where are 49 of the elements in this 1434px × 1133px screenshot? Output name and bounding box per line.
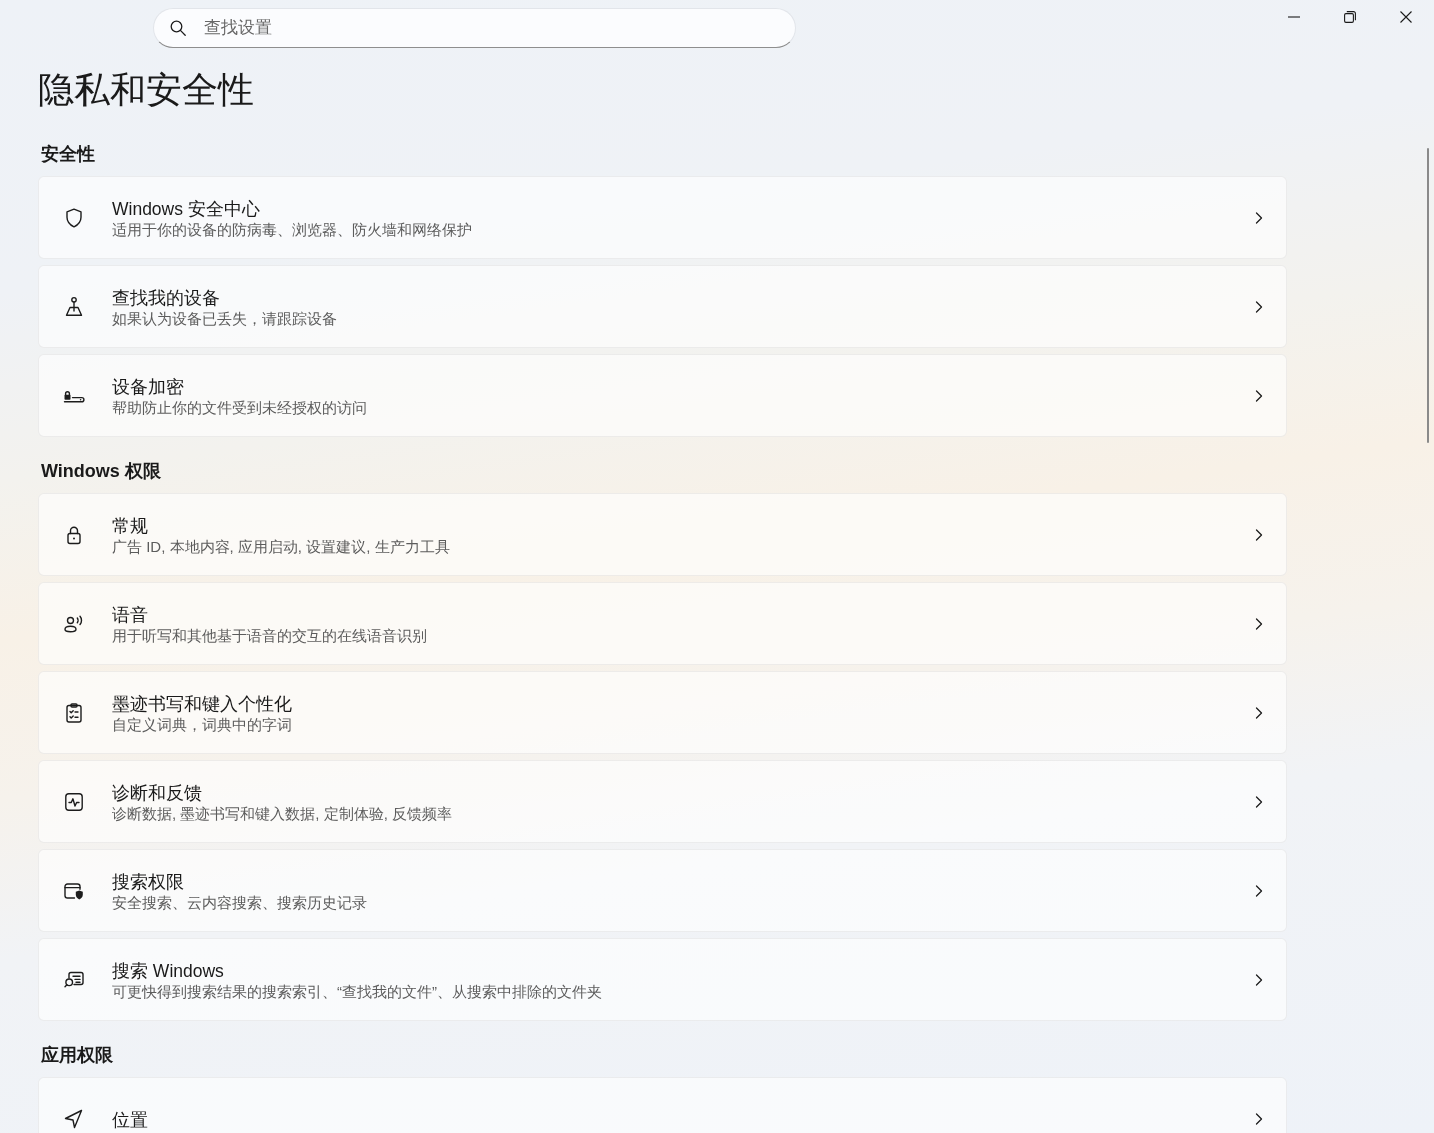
chevron-right-icon xyxy=(1254,971,1264,988)
settings-card[interactable]: 语音 用于听写和其他基于语音的交互的在线语音识别 xyxy=(38,582,1287,665)
card-title: 位置 xyxy=(112,1108,149,1131)
page-title: 隐私和安全性 xyxy=(38,68,255,112)
card-title: 语音 xyxy=(112,603,149,626)
settings-card[interactable]: 墨迹书写和键入个性化 自定义词典，词典中的字词 xyxy=(38,671,1287,754)
search-field[interactable]: 查找设置 xyxy=(153,8,796,48)
section-heading: Windows 权限 xyxy=(41,460,162,482)
settings-card[interactable]: Windows 安全中心 适用于你的设备的防病毒、浏览器、防火墙和网络保护 xyxy=(38,176,1287,259)
chevron-right-icon xyxy=(1254,209,1264,226)
chevron-right-icon xyxy=(1254,526,1264,543)
chevron-right-icon xyxy=(1254,793,1264,810)
settings-card[interactable]: 搜索权限 安全搜索、云内容搜索、搜索历史记录 xyxy=(38,849,1287,932)
card-description: 适用于你的设备的防病毒、浏览器、防火墙和网络保护 xyxy=(112,219,473,240)
section-heading: 应用权限 xyxy=(41,1044,114,1066)
section-heading: 安全性 xyxy=(41,143,96,165)
card-title: 墨迹书写和键入个性化 xyxy=(112,692,293,715)
card-description: 自定义词典，词典中的字词 xyxy=(112,714,293,735)
chevron-right-icon xyxy=(1254,1110,1264,1127)
card-description: 用于听写和其他基于语音的交互的在线语音识别 xyxy=(112,625,428,646)
close-icon xyxy=(1400,11,1412,23)
chevron-right-icon xyxy=(1254,615,1264,632)
card-description: 可更快得到搜索结果的搜索索引、“查找我的文件”、从搜索中排除的文件夹 xyxy=(112,981,603,1002)
settings-card[interactable]: 诊断和反馈 诊断数据, 墨迹书写和键入数据, 定制体验, 反馈频率 xyxy=(38,760,1287,843)
card-title: 设备加密 xyxy=(112,375,185,398)
settings-card[interactable]: 设备加密 帮助防止你的文件受到未经授权的访问 xyxy=(38,354,1287,437)
search-icon xyxy=(170,20,186,36)
card-description: 诊断数据, 墨迹书写和键入数据, 定制体验, 反馈频率 xyxy=(112,803,453,824)
restore-icon xyxy=(1344,11,1356,23)
card-description: 广告 ID, 本地内容, 应用启动, 设置建议, 生产力工具 xyxy=(112,536,451,557)
card-description: 帮助防止你的文件受到未经授权的访问 xyxy=(112,397,368,418)
card-title: 常规 xyxy=(112,514,149,537)
chevron-right-icon xyxy=(1254,387,1264,404)
chevron-right-icon xyxy=(1254,704,1264,721)
card-title: 搜索权限 xyxy=(112,870,185,893)
card-description: 如果认为设备已丢失，请跟踪设备 xyxy=(112,308,338,329)
scrollbar-thumb[interactable] xyxy=(1427,148,1429,443)
settings-card[interactable]: 常规 广告 ID, 本地内容, 应用启动, 设置建议, 生产力工具 xyxy=(38,493,1287,576)
card-description: 安全搜索、云内容搜索、搜索历史记录 xyxy=(112,892,368,913)
card-title: Windows 安全中心 xyxy=(112,197,261,220)
settings-card[interactable]: 搜索 Windows 可更快得到搜索结果的搜索索引、“查找我的文件”、从搜索中排除的文件夹 xyxy=(38,938,1287,1021)
card-title: 诊断和反馈 xyxy=(112,781,203,804)
minimize-icon xyxy=(1288,16,1300,18)
chevron-right-icon xyxy=(1254,882,1264,899)
settings-card[interactable]: 查找我的设备 如果认为设备已丢失，请跟踪设备 xyxy=(38,265,1287,348)
settings-card[interactable]: 位置 xyxy=(38,1077,1287,1133)
card-title: 搜索 Windows xyxy=(112,959,225,982)
card-title: 查找我的设备 xyxy=(112,286,221,309)
chevron-right-icon xyxy=(1254,298,1264,315)
